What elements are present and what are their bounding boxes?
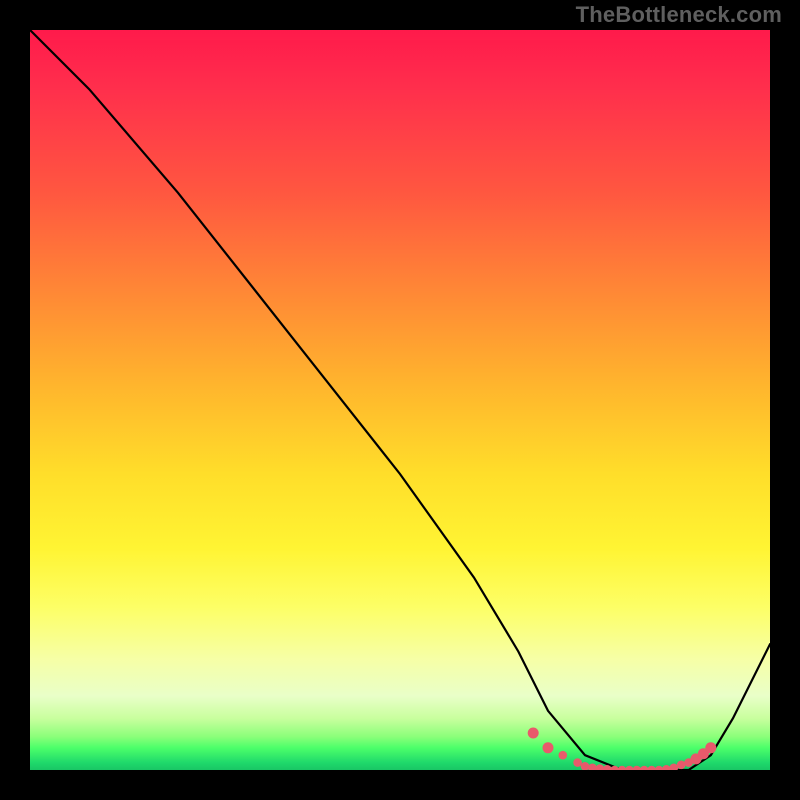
marker-dot bbox=[677, 761, 686, 770]
marker-dot bbox=[662, 765, 671, 770]
marker-dot bbox=[647, 766, 656, 770]
bottleneck-curve bbox=[30, 30, 770, 770]
marker-dot bbox=[705, 742, 716, 753]
marker-dot bbox=[559, 751, 568, 760]
marker-dot bbox=[573, 758, 582, 767]
highlight-markers bbox=[528, 728, 717, 771]
plot-area bbox=[30, 30, 770, 770]
curve-layer bbox=[30, 30, 770, 770]
marker-dot bbox=[670, 764, 679, 771]
marker-dot bbox=[588, 764, 597, 771]
marker-dot bbox=[581, 762, 590, 770]
marker-dot bbox=[618, 766, 627, 770]
marker-dot bbox=[528, 728, 539, 739]
marker-dot bbox=[640, 766, 649, 770]
chart-frame: TheBottleneck.com bbox=[0, 0, 800, 800]
marker-dot bbox=[655, 766, 664, 770]
marker-dot bbox=[596, 764, 605, 770]
watermark-text: TheBottleneck.com bbox=[576, 2, 782, 28]
marker-dot bbox=[543, 742, 554, 753]
marker-dot bbox=[625, 766, 634, 770]
marker-dot bbox=[633, 766, 642, 770]
